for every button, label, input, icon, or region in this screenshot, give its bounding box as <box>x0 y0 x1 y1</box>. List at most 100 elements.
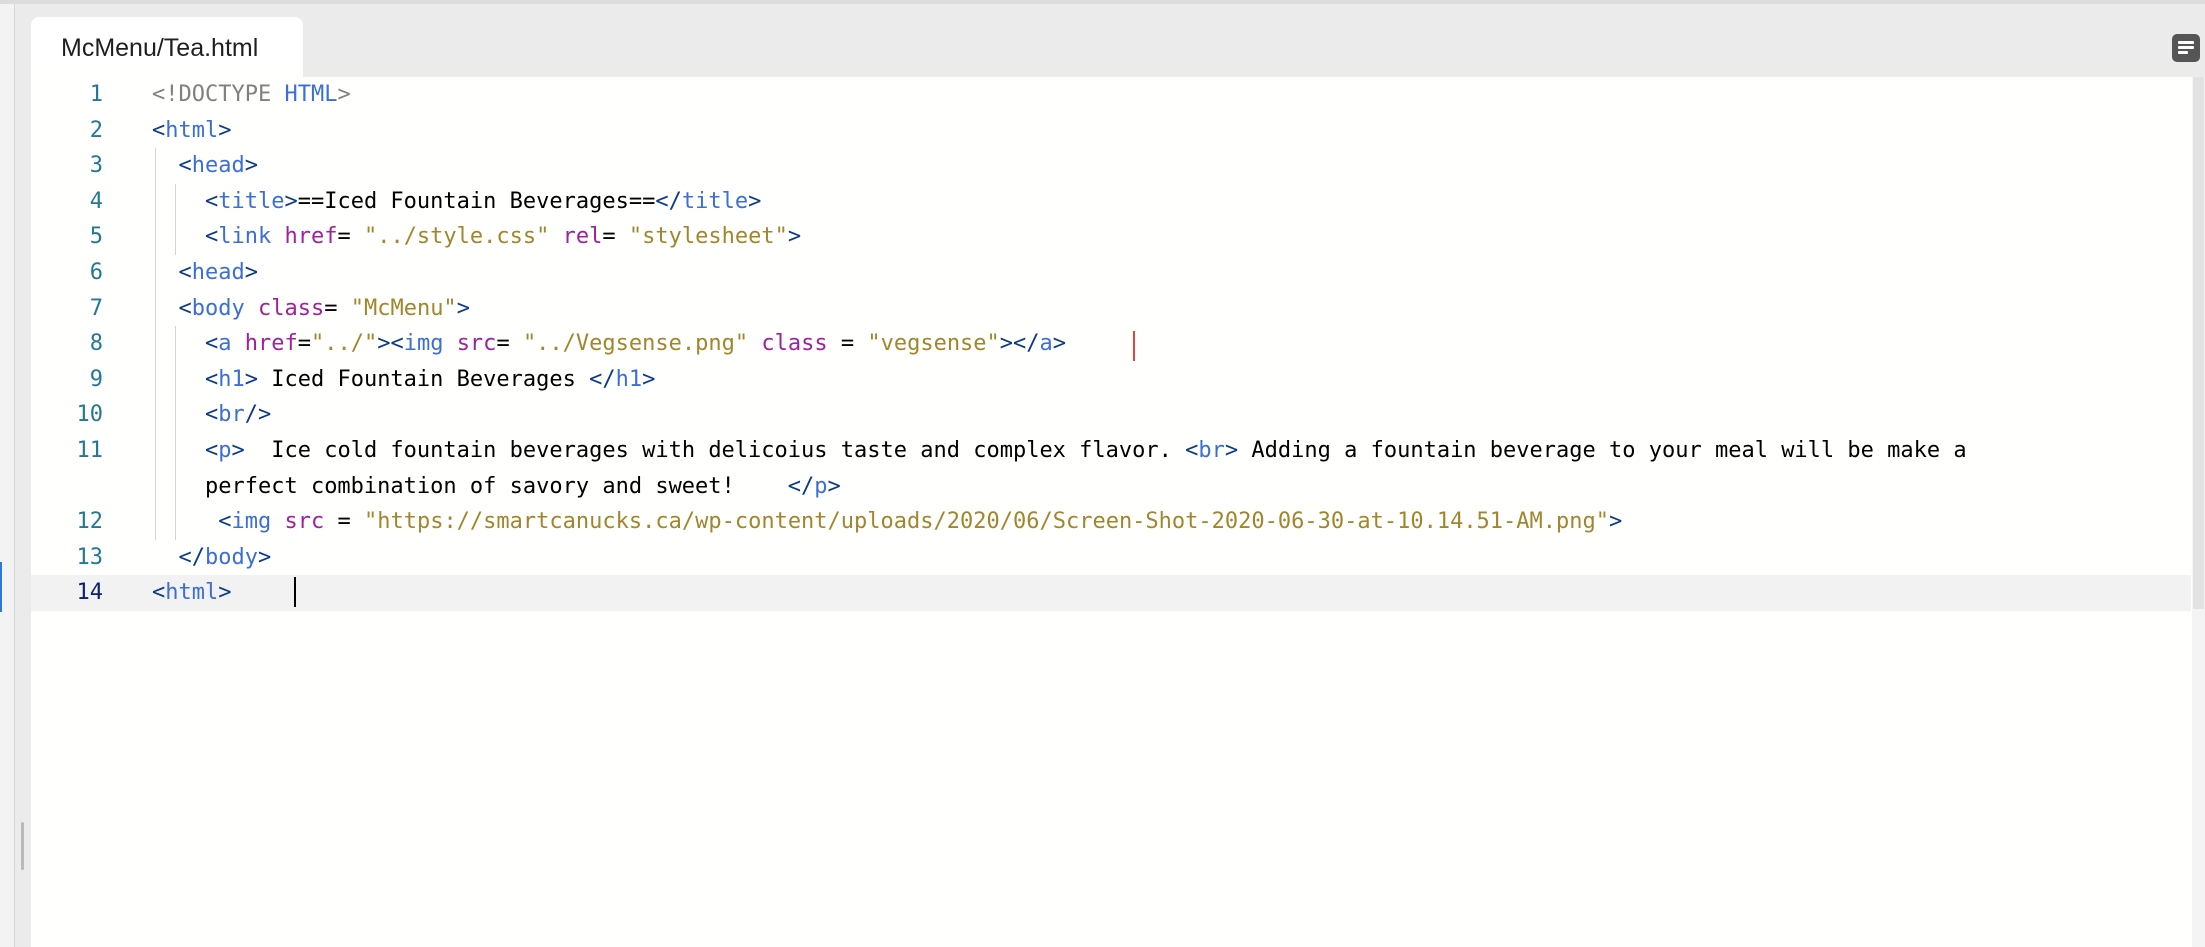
code-token: < <box>218 509 232 535</box>
code-token: </ <box>178 544 206 570</box>
code-token: Iced Fountain Beverages <box>257 366 590 392</box>
panel-toggle-icon[interactable] <box>2172 34 2200 62</box>
code-token: < <box>178 260 192 285</box>
code-line[interactable]: 2 <html> <box>31 113 2191 149</box>
code-token: > <box>284 188 298 214</box>
code-line[interactable]: 12 <img src = "https://smartcanucks.ca/w… <box>31 504 2191 540</box>
code-token: > <box>244 366 258 392</box>
code-token: > <box>827 473 841 499</box>
code-token: head <box>191 153 245 179</box>
code-token: src <box>456 331 497 357</box>
code-token: "https://smartcanucks.ca/wp-content/uplo… <box>363 509 1610 535</box>
code-line[interactable]: 3 <head> <box>31 148 2191 184</box>
side-panel-collapsed[interactable] <box>0 4 15 947</box>
active-indicator <box>0 562 2 612</box>
code-token: = <box>602 224 629 250</box>
code-token: < <box>204 188 219 214</box>
code-text: <body class= "McMenu"> <box>152 291 2191 327</box>
code-token: h1 <box>615 366 643 392</box>
text-cursor <box>294 577 296 607</box>
code-line[interactable]: 8 <a href="../"><img src= "../Vegsense.p… <box>31 326 2191 362</box>
code-token: >< <box>377 331 404 357</box>
code-token: href <box>244 331 298 357</box>
code-token: > <box>244 260 258 285</box>
code-token: = <box>324 509 364 535</box>
line-number: 7 <box>89 295 103 321</box>
line-number: 2 <box>89 117 103 143</box>
code-token: "../style.css" <box>363 224 550 250</box>
code-token: html <box>165 117 219 143</box>
line-number: 8 <box>89 331 103 357</box>
code-line[interactable]: 10 <br/> <box>31 397 2191 433</box>
code-token: = <box>337 224 364 250</box>
line-number: 1 <box>89 82 103 107</box>
code-line[interactable]: 9 <h1> Iced Fountain Beverages </h1> <box>31 362 2191 398</box>
code-line[interactable]: 4 <title>==Iced Fountain Beverages==</ti… <box>31 184 2191 220</box>
code-text: <link href= "../style.css" rel= "stylesh… <box>152 219 2191 255</box>
code-token: img <box>403 331 457 357</box>
code-token: > <box>787 224 802 250</box>
code-token: < <box>178 153 192 179</box>
code-token: br <box>1198 438 1225 463</box>
code-token: > <box>642 366 656 392</box>
line-number: 6 <box>89 260 103 285</box>
code-token: ></ <box>999 331 1040 357</box>
code-token: /> <box>244 402 272 428</box>
code-token: "stylesheet" <box>628 224 788 250</box>
code-token: < <box>152 580 166 606</box>
code-token: = <box>496 331 523 357</box>
line-number: 3 <box>89 153 103 179</box>
code-text: <a href="../"><img src= "../Vegsense.png… <box>152 326 2191 362</box>
line-number: 5 <box>89 224 103 250</box>
resize-handle[interactable] <box>21 822 24 870</box>
code-text: <head> <box>152 148 2191 184</box>
code-token: < <box>1185 438 1199 463</box>
code-line[interactable]: 7 <body class= "McMenu"> <box>31 291 2191 327</box>
code-token: > <box>257 544 272 570</box>
code-line[interactable]: 1 <!DOCTYPE HTML> <box>31 77 2191 113</box>
code-token: HTML <box>284 82 338 107</box>
code-token: title <box>681 188 749 214</box>
code-token: title <box>218 188 285 214</box>
code-line[interactable]: 5 <link href= "../style.css" rel= "style… <box>31 219 2191 255</box>
code-token: = <box>324 295 351 321</box>
code-token: > <box>748 188 762 214</box>
code-token: ==Iced Fountain Beverages== <box>297 188 656 214</box>
code-token: rel <box>562 224 603 250</box>
code-token: < <box>204 402 219 428</box>
code-token: "../" <box>310 331 378 357</box>
code-line[interactable]: 6 <head> <box>31 255 2191 291</box>
code-line[interactable]: 14 <html> <box>31 575 2191 611</box>
code-text: <h1> Iced Fountain Beverages </h1> <box>152 362 2191 398</box>
code-text: </body> <box>152 540 2191 576</box>
code-token: > <box>1224 438 1239 463</box>
code-token: </ <box>655 188 682 214</box>
code-token: head <box>191 260 245 285</box>
line-number: 10 <box>76 402 104 428</box>
code-token: </ <box>787 473 815 499</box>
code-text: <p> Ice cold fountain beverages with del… <box>152 433 2191 504</box>
code-token: <!DOCTYPE <box>152 82 285 107</box>
code-editor[interactable]: 1 <!DOCTYPE HTML> 2 <html> 3 <head> 4 <title>… <box>31 77 2196 947</box>
code-line[interactable]: 11 <p> Ice cold fountain beverages with … <box>31 433 2191 504</box>
indent-guide <box>175 183 176 255</box>
error-marker <box>1133 331 1135 361</box>
code-token: link <box>218 224 285 250</box>
code-line[interactable]: 13 </body> <box>31 540 2191 576</box>
code-token: < <box>152 117 166 143</box>
line-number: 4 <box>89 188 103 214</box>
code-token: > <box>1052 331 1067 357</box>
tab-file[interactable]: McMenu/Tea.html <box>31 17 303 77</box>
scrollbar-thumb[interactable] <box>2193 77 2204 609</box>
code-token: > <box>218 580 232 606</box>
indent-guide <box>155 148 156 540</box>
line-number: 9 <box>89 366 103 392</box>
code-token: br <box>218 402 245 428</box>
code-token: < <box>178 295 192 321</box>
